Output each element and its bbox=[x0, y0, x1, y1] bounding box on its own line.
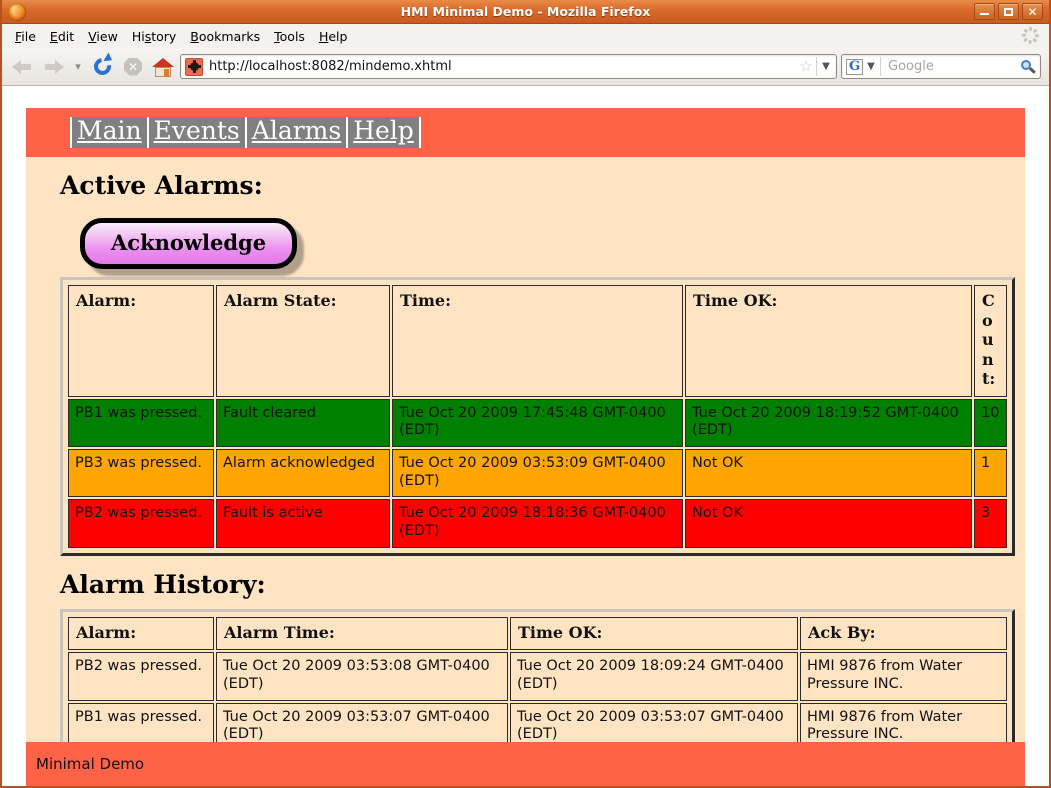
page-footer: Minimal Demo bbox=[26, 742, 1025, 786]
alarm-history-table-frame: Alarm: Alarm Time: Time OK: Ack By: PB2 … bbox=[60, 609, 1015, 742]
menu-item-help[interactable]: Help bbox=[312, 26, 355, 47]
cell-alarm: PB2 was pressed. bbox=[68, 652, 214, 700]
stop-icon[interactable]: ✕ bbox=[120, 54, 146, 80]
table-row: PB2 was pressed. Fault is active Tue Oct… bbox=[68, 499, 1007, 547]
url-input[interactable]: http://localhost:8082/mindemo.xhtml bbox=[207, 59, 797, 74]
nav-link-help[interactable]: Help bbox=[348, 117, 421, 147]
table-row: PB3 was pressed. Alarm acknowledged Tue … bbox=[68, 449, 1007, 497]
column-header-alarm: Alarm: bbox=[68, 285, 214, 397]
search-input[interactable]: Google bbox=[882, 59, 1018, 74]
search-bar[interactable]: G ▼ Google bbox=[841, 54, 1041, 79]
cell-alarm: PB2 was pressed. bbox=[68, 499, 214, 547]
star-icon[interactable]: ☆ bbox=[797, 59, 815, 74]
page-top-margin bbox=[26, 86, 1025, 108]
column-header-alarm: Alarm: bbox=[68, 617, 214, 651]
web-page: Main Events Alarms Help Active Alarms: A… bbox=[26, 86, 1025, 786]
chevron-down-icon[interactable]: ▾ bbox=[70, 54, 86, 80]
cell-alarm-time: Tue Oct 20 2009 03:53:08 GMT-0400 (EDT) bbox=[216, 652, 508, 700]
window-titlebar: HMI Minimal Demo - Mozilla Firefox ✕ bbox=[2, 0, 1049, 24]
cell-alarm: PB1 was pressed. bbox=[68, 399, 214, 447]
cell-count: 10 bbox=[974, 399, 1007, 447]
cell-ack-by: HMI 9876 from Water Pressure INC. bbox=[800, 652, 1007, 700]
cell-count: 1 bbox=[974, 449, 1007, 497]
cell-time-ok: Tue Oct 20 2009 18:19:52 GMT-0400 (EDT) bbox=[685, 399, 972, 447]
cell-time: Tue Oct 20 2009 03:53:09 GMT-0400 (EDT) bbox=[392, 449, 683, 497]
nav-link-main[interactable]: Main bbox=[70, 117, 149, 147]
home-icon[interactable] bbox=[150, 54, 176, 80]
search-engine-icon[interactable]: G bbox=[846, 59, 863, 75]
active-alarms-heading: Active Alarms: bbox=[60, 171, 1015, 200]
column-header-alarm-state: Alarm State: bbox=[216, 285, 390, 397]
page-viewport: Main Events Alarms Help Active Alarms: A… bbox=[2, 86, 1049, 786]
divider bbox=[816, 57, 817, 76]
nav-link-group: Main Events Alarms Help bbox=[70, 117, 421, 147]
table-header-row: Alarm: Alarm State: Time: Time OK: Count… bbox=[68, 285, 1007, 397]
page-content: Active Alarms: Acknowledge Alarm: bbox=[26, 157, 1025, 742]
alarm-history-heading: Alarm History: bbox=[60, 570, 1015, 599]
cell-alarm: PB3 was pressed. bbox=[68, 449, 214, 497]
site-identity-icon[interactable] bbox=[185, 58, 203, 76]
acknowledge-button[interactable]: Acknowledge bbox=[80, 218, 297, 269]
site-navigation-bar: Main Events Alarms Help bbox=[26, 108, 1025, 157]
column-header-time-ok: Time OK: bbox=[510, 617, 798, 651]
cell-time: Tue Oct 20 2009 18:18:36 GMT-0400 (EDT) bbox=[392, 499, 683, 547]
forward-arrow-icon[interactable] bbox=[40, 54, 66, 80]
viewport-gutter-left bbox=[2, 86, 26, 786]
menu-item-file[interactable]: File bbox=[8, 26, 43, 47]
minimize-button[interactable] bbox=[974, 3, 995, 20]
magnifier-icon[interactable] bbox=[1018, 58, 1038, 76]
acknowledge-button-wrapper: Acknowledge bbox=[80, 218, 1015, 269]
cell-time-ok: Tue Oct 20 2009 18:09:24 GMT-0400 (EDT) bbox=[510, 652, 798, 700]
menu-item-view[interactable]: View bbox=[81, 26, 125, 47]
column-header-count: Count: bbox=[974, 285, 1007, 397]
chevron-down-icon[interactable]: ▼ bbox=[863, 61, 879, 72]
alarm-history-table: Alarm: Alarm Time: Time OK: Ack By: PB2 … bbox=[66, 615, 1009, 742]
divider bbox=[880, 57, 881, 76]
cell-alarm: PB1 was pressed. bbox=[68, 703, 214, 742]
menu-bar: File Edit View History Bookmarks Tools H… bbox=[2, 24, 1049, 48]
nav-link-alarms[interactable]: Alarms bbox=[247, 117, 348, 147]
nav-link-events[interactable]: Events bbox=[149, 117, 247, 147]
chevron-down-icon[interactable]: ▼ bbox=[818, 61, 834, 72]
menu-item-tools[interactable]: Tools bbox=[267, 26, 312, 47]
window-controls: ✕ bbox=[974, 3, 1045, 20]
cell-alarm-time: Tue Oct 20 2009 03:53:07 GMT-0400 (EDT) bbox=[216, 703, 508, 742]
column-header-ack-by: Ack By: bbox=[800, 617, 1007, 651]
column-header-alarm-time: Alarm Time: bbox=[216, 617, 508, 651]
firefox-logo-icon bbox=[8, 3, 26, 21]
maximize-button[interactable] bbox=[998, 3, 1019, 20]
cell-alarm-state: Fault is active bbox=[216, 499, 390, 547]
cell-alarm-state: Fault cleared bbox=[216, 399, 390, 447]
menu-item-edit[interactable]: Edit bbox=[43, 26, 81, 47]
column-header-time: Time: bbox=[392, 285, 683, 397]
address-bar[interactable]: http://localhost:8082/mindemo.xhtml ☆ ▼ bbox=[180, 54, 837, 79]
window-title: HMI Minimal Demo - Mozilla Firefox bbox=[2, 4, 1049, 19]
cell-time: Tue Oct 20 2009 17:45:48 GMT-0400 (EDT) bbox=[392, 399, 683, 447]
footer-text: Minimal Demo bbox=[36, 755, 144, 773]
column-header-time-ok: Time OK: bbox=[685, 285, 972, 397]
menu-item-bookmarks[interactable]: Bookmarks bbox=[183, 26, 267, 47]
active-alarms-table-frame: Alarm: Alarm State: Time: Time OK: Count… bbox=[60, 277, 1015, 556]
cell-time-ok: Not OK bbox=[685, 499, 972, 547]
table-row: PB1 was pressed. Tue Oct 20 2009 03:53:0… bbox=[68, 703, 1007, 742]
reload-icon[interactable] bbox=[90, 54, 116, 80]
close-button[interactable]: ✕ bbox=[1022, 3, 1043, 20]
table-row: PB1 was pressed. Fault cleared Tue Oct 2… bbox=[68, 399, 1007, 447]
table-row: PB2 was pressed. Tue Oct 20 2009 03:53:0… bbox=[68, 652, 1007, 700]
cell-ack-by: HMI 9876 from Water Pressure INC. bbox=[800, 703, 1007, 742]
back-arrow-icon[interactable] bbox=[10, 54, 36, 80]
navigation-toolbar: ▾ ✕ http://localhost:8082/mindemo.xhtml … bbox=[2, 48, 1049, 85]
table-header-row: Alarm: Alarm Time: Time OK: Ack By: bbox=[68, 617, 1007, 651]
browser-window: HMI Minimal Demo - Mozilla Firefox ✕ Fil… bbox=[0, 0, 1051, 788]
viewport-gutter-right bbox=[1025, 86, 1049, 786]
cell-alarm-state: Alarm acknowledged bbox=[216, 449, 390, 497]
browser-chrome: File Edit View History Bookmarks Tools H… bbox=[2, 24, 1049, 86]
loading-throbber-icon bbox=[1022, 27, 1039, 44]
cell-time-ok: Tue Oct 20 2009 03:53:07 GMT-0400 (EDT) bbox=[510, 703, 798, 742]
menu-item-history[interactable]: History bbox=[125, 26, 183, 47]
cell-time-ok: Not OK bbox=[685, 449, 972, 497]
active-alarms-table: Alarm: Alarm State: Time: Time OK: Count… bbox=[66, 283, 1009, 550]
cell-count: 3 bbox=[974, 499, 1007, 547]
